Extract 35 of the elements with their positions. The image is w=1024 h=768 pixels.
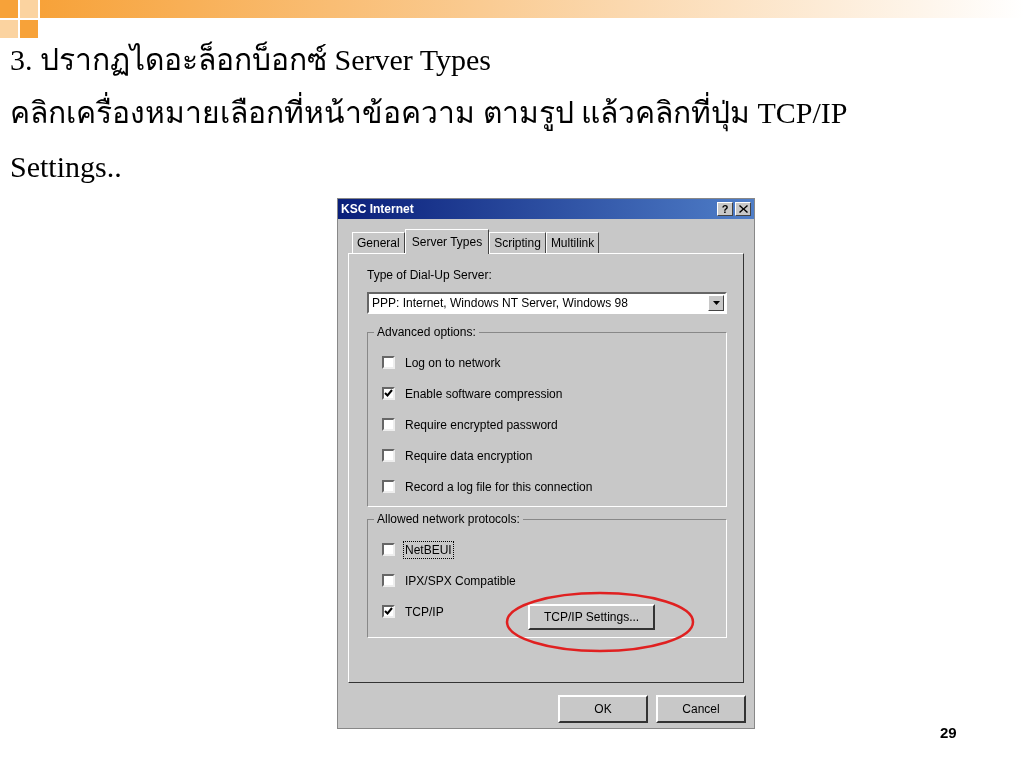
instruction-text: คลิกเครื่องหมายเลือกที่หน้าข้อความ ตามรูป แล้วคลิกที่ปุ่ม TCP/IP Settings.. — [10, 86, 890, 194]
checkbox[interactable] — [382, 356, 395, 369]
checkbox[interactable] — [382, 543, 395, 556]
slide-title: 3. ปรากฏไดอะล็อกบ็อกซ์ Server Types — [10, 40, 492, 78]
group-label: Advanced options: — [374, 325, 479, 339]
checkbox-label[interactable]: NetBEUI — [403, 540, 454, 559]
checkbox-label[interactable]: TCP/IP — [403, 602, 446, 621]
tcpip-settings-button[interactable]: TCP/IP Settings... — [528, 604, 656, 630]
checkbox-label[interactable]: Log on to network — [403, 353, 503, 372]
help-button[interactable]: ? — [717, 202, 733, 216]
tab[interactable]: Multilink — [545, 232, 600, 253]
checkbox-label[interactable]: IPX/SPX Compatible — [403, 571, 518, 590]
field-label: Type of Dial-Up Server: — [367, 268, 493, 282]
checkbox-label[interactable]: Require encrypted password — [403, 415, 560, 434]
checkbox[interactable] — [382, 574, 395, 587]
dialog-button[interactable]: OK — [558, 695, 648, 723]
tab[interactable]: Server Types — [404, 229, 490, 254]
group-label: Allowed network protocols: — [374, 512, 523, 526]
tab[interactable]: Scripting — [489, 232, 546, 253]
server-type-dropdown[interactable]: PPP: Internet, Windows NT Server, Windows 98 — [367, 292, 727, 314]
checkbox-label[interactable]: Record a log file for this connection — [403, 477, 595, 496]
close-icon — [738, 205, 748, 213]
dropdown-arrow-icon — [712, 301, 720, 305]
checkbox[interactable] — [382, 605, 395, 618]
checkbox[interactable] — [382, 449, 395, 462]
dialog-button[interactable]: Cancel — [656, 695, 746, 723]
tab[interactable]: General — [352, 232, 405, 253]
checkbox[interactable] — [382, 387, 395, 400]
checkbox[interactable] — [382, 418, 395, 431]
window-title: KSC Internet — [341, 202, 414, 216]
checkbox-label[interactable]: Enable software compression — [403, 384, 565, 403]
close-button[interactable] — [735, 202, 751, 216]
page-number: 29 — [940, 724, 957, 741]
checkbox[interactable] — [382, 480, 395, 493]
checkbox-label[interactable]: Require data encryption — [403, 446, 535, 465]
